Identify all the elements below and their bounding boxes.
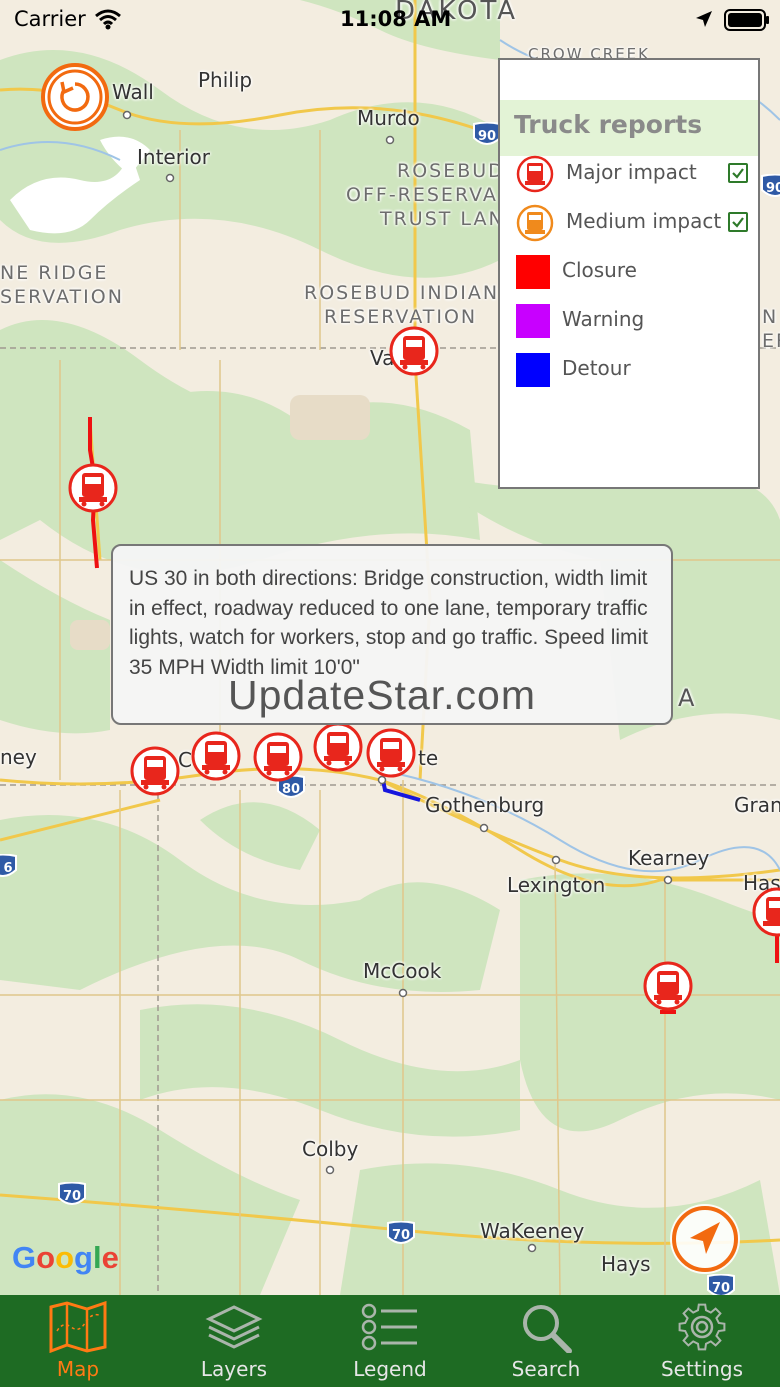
map-label-rosebud-off-2: OFF-RESERVA <box>346 184 498 206</box>
tab-settings[interactable]: Settings <box>624 1295 780 1387</box>
search-icon <box>523 1305 572 1353</box>
status-bar: Carrier 11:08 AM <box>0 0 780 40</box>
svg-text:70: 70 <box>63 1189 81 1204</box>
svg-text:70: 70 <box>392 1228 410 1243</box>
tab-label: Map <box>56 1357 100 1381</box>
map-label-hays: Hays <box>601 1252 651 1276</box>
map-label-right-er: ER <box>762 330 780 352</box>
detour-swatch <box>516 353 550 387</box>
legend-item-closure: Closure <box>516 253 756 291</box>
truck-marker-major[interactable] <box>191 731 241 781</box>
carrier-label: Carrier <box>14 7 86 31</box>
closure-swatch <box>516 255 550 289</box>
tab-search[interactable]: Search <box>468 1295 624 1387</box>
legend-label: Warning <box>562 307 645 331</box>
map-label-north-platte: te <box>418 746 439 770</box>
map-label-murdo: Murdo <box>357 106 420 130</box>
legend-panel: Truck reports Major impact Medium impact… <box>498 58 760 489</box>
map-label-rosebud-off-3: TRUST LAN <box>380 208 505 230</box>
my-location-button[interactable] <box>668 1202 742 1276</box>
map-label-wall: Wall <box>112 80 154 104</box>
map-label-grand-island: Gran <box>734 793 780 817</box>
legend-label: Medium impact <box>566 209 722 233</box>
map-label-wakeeney: WaKeeney <box>480 1219 585 1243</box>
legend-item-warning: Warning <box>516 302 756 340</box>
interstate-shield: 70 <box>707 1274 735 1295</box>
location-arrow-icon <box>696 11 712 27</box>
map-label-rosebud-res-2: RESERVATION <box>324 306 478 328</box>
legend-item-major-impact[interactable]: Major impact <box>516 155 756 193</box>
legend-item-detour: Detour <box>516 351 756 389</box>
map-label-mccook: McCook <box>363 959 442 983</box>
major-impact-checkbox[interactable] <box>728 163 748 183</box>
map-label-philip: Philip <box>198 68 253 92</box>
watermark-text: UpdateStar.com <box>228 672 536 718</box>
legend-title: Truck reports <box>514 110 703 139</box>
tab-layers[interactable]: Layers <box>156 1295 312 1387</box>
gear-icon <box>678 1303 726 1351</box>
svg-text:80: 80 <box>282 782 300 797</box>
truck-marker-major[interactable] <box>130 746 180 796</box>
refresh-button[interactable] <box>40 62 110 132</box>
truck-marker-major[interactable] <box>752 887 780 937</box>
interstate-shield: 90 <box>761 174 780 197</box>
truck-marker-major[interactable] <box>366 728 416 778</box>
tab-bar: Map Layers Legend Search Settings <box>0 1295 780 1387</box>
legend-label: Major impact <box>566 160 697 184</box>
interstate-shield: 6 <box>0 854 17 877</box>
map-label-ogallala: C <box>178 748 192 772</box>
google-logo: Google <box>12 1240 119 1275</box>
map-label-rosebud-res-1: ROSEBUD INDIAN <box>304 282 500 304</box>
svg-text:70: 70 <box>712 1281 730 1295</box>
interstate-shield: 70 <box>387 1221 415 1244</box>
truck-marker-major[interactable] <box>389 326 439 376</box>
tab-legend[interactable]: Legend <box>312 1295 468 1387</box>
checkmark-icon <box>732 217 744 228</box>
report-description: US 30 in both directions: Bridge constru… <box>129 567 649 679</box>
map-label-nebraska: A <box>678 684 698 712</box>
map-label-lexington: Lexington <box>507 873 606 897</box>
status-time: 11:08 AM <box>340 7 452 31</box>
checkmark-icon <box>732 168 744 179</box>
map-label-pine-ridge-2: SERVATION <box>0 286 124 308</box>
legend-list-icon <box>361 1303 417 1351</box>
interstate-shield: 70 <box>58 1182 86 1205</box>
truck-major-icon <box>516 155 554 193</box>
map-label-rosebud-off-1: ROSEBUD <box>397 160 505 182</box>
map-label-gothenburg: Gothenburg <box>425 793 545 817</box>
map-label-kearney: Kearney <box>628 846 710 870</box>
truck-marker-major[interactable] <box>313 722 363 772</box>
tab-label: Search <box>511 1357 581 1381</box>
map-icon <box>49 1301 107 1353</box>
truck-medium-icon <box>516 204 554 242</box>
layers-icon <box>205 1305 263 1349</box>
tab-label: Layers <box>200 1357 268 1381</box>
tab-label: Legend <box>353 1357 427 1381</box>
legend-label: Closure <box>562 258 637 282</box>
svg-text:90: 90 <box>766 181 780 196</box>
map-label-pine-ridge-1: NE RIDGE <box>0 262 109 284</box>
truck-marker-major[interactable] <box>253 732 303 782</box>
svg-text:90: 90 <box>478 129 496 144</box>
medium-impact-checkbox[interactable] <box>728 212 748 232</box>
tab-map[interactable]: Map <box>0 1295 156 1387</box>
truck-marker-major[interactable] <box>68 463 118 513</box>
svg-text:6: 6 <box>3 861 12 876</box>
tab-label: Settings <box>660 1357 744 1381</box>
warning-swatch <box>516 304 550 338</box>
truck-marker-major[interactable] <box>643 961 693 1011</box>
map-label-colby: Colby <box>302 1137 359 1161</box>
battery-icon <box>724 9 769 31</box>
map-label-kearney-left: ney <box>0 745 37 769</box>
legend-item-medium-impact[interactable]: Medium impact <box>516 204 756 242</box>
map-label-right-n: N <box>762 306 779 328</box>
legend-label: Detour <box>562 356 631 380</box>
map-label-interior: Interior <box>137 145 210 169</box>
wifi-icon <box>95 9 121 30</box>
